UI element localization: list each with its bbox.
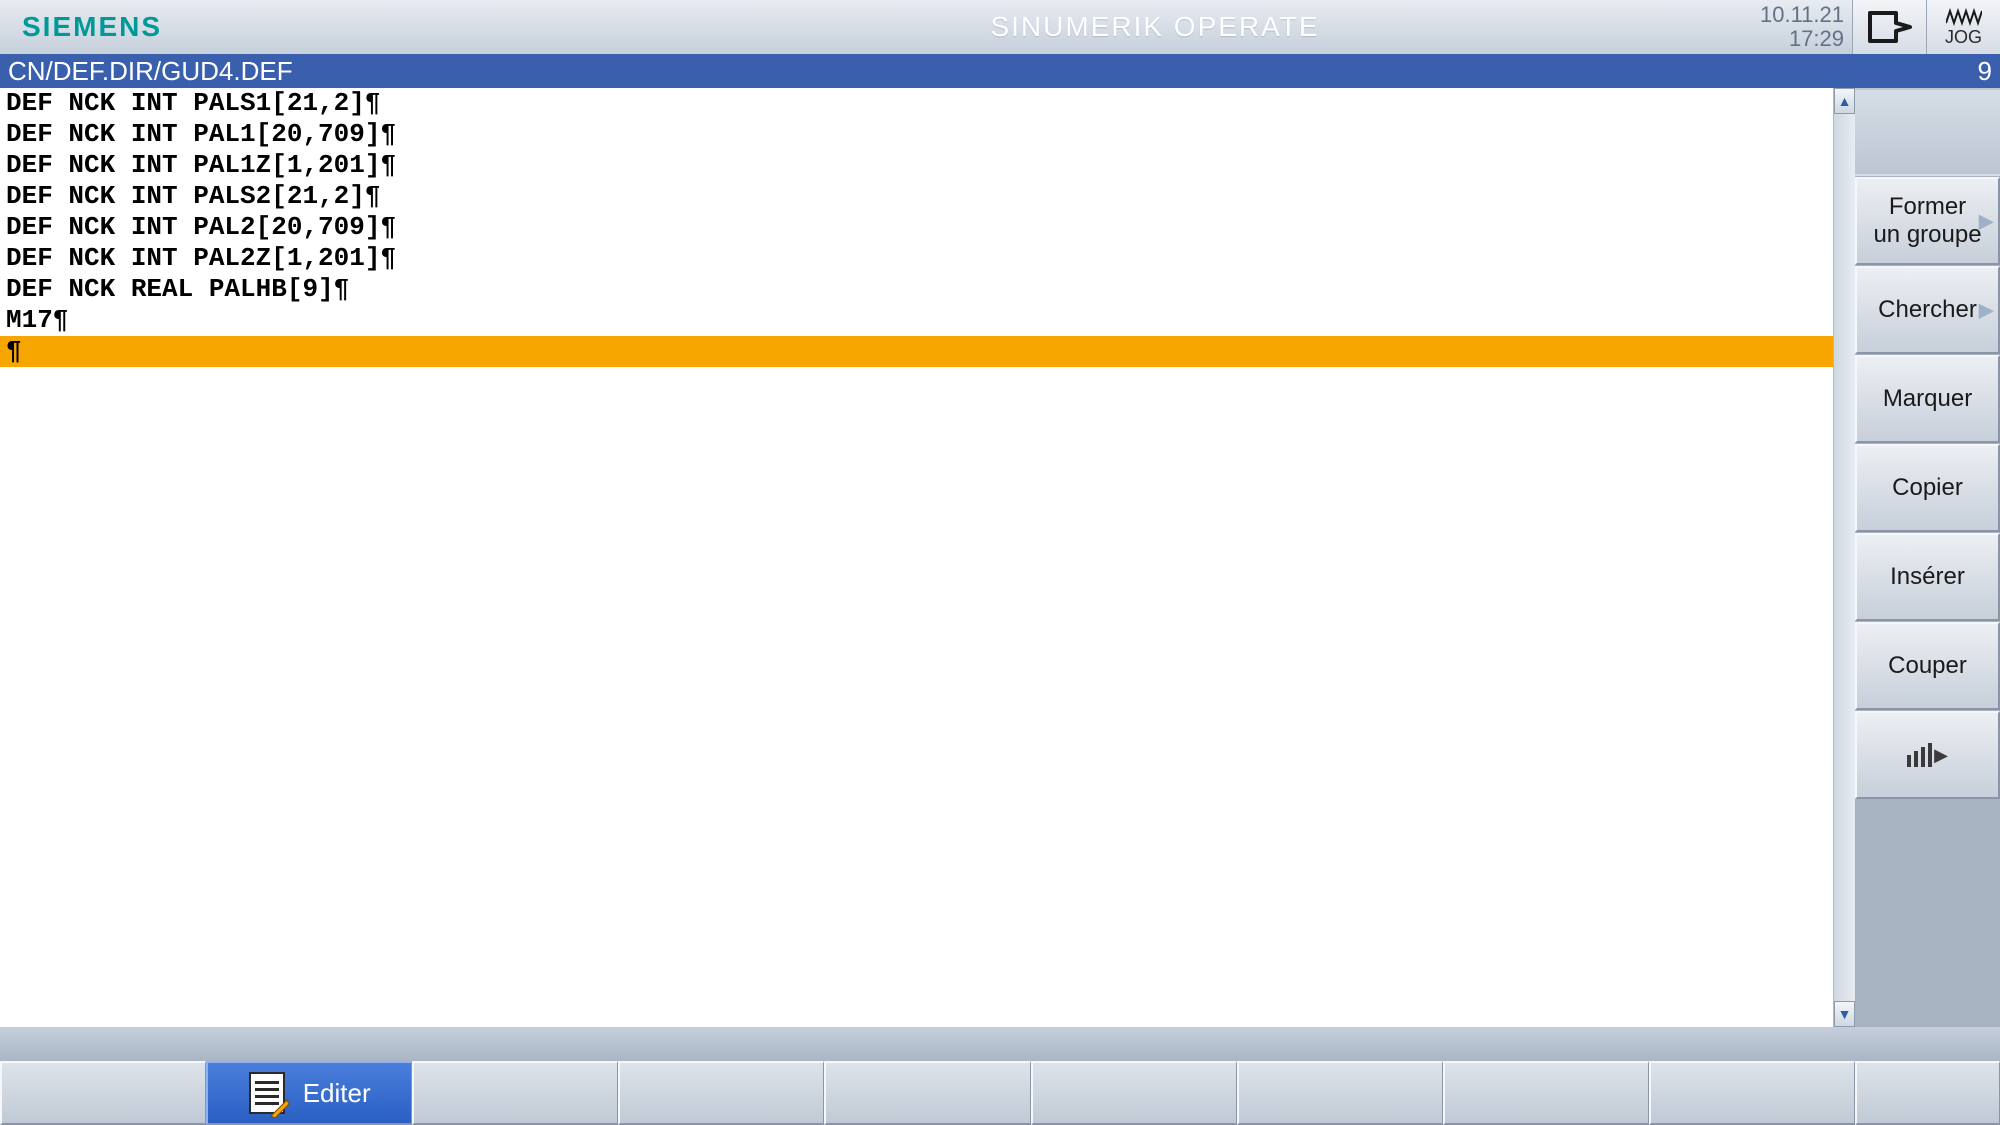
status-strip: [0, 1027, 2000, 1061]
bottom-softkeys: Editer: [0, 1061, 2000, 1125]
side-softkeys: Former un groupe ▶ Chercher ▶ Marquer Co…: [1855, 88, 2000, 1027]
bottomkey-3: [412, 1061, 618, 1125]
code-line: DEF NCK INT PAL1Z[1,201]¶: [0, 150, 1833, 181]
bottomkey-edit[interactable]: Editer: [206, 1061, 412, 1125]
code-line: DEF NCK INT PAL2Z[1,201]¶: [0, 243, 1833, 274]
sidekey-label: Couper: [1888, 652, 1967, 680]
cursor-line: ¶: [0, 336, 1833, 367]
bottomkey-label: Editer: [303, 1078, 371, 1109]
sidekey-search[interactable]: Chercher ▶: [1855, 266, 2000, 354]
more-icon: ▶: [1907, 743, 1948, 767]
line-number: 9: [1978, 56, 1992, 87]
app-title: SINUMERIK OPERATE: [500, 11, 1810, 43]
code-line: DEF NCK INT PAL1[20,709]¶: [0, 119, 1833, 150]
chevron-right-icon: ▶: [1979, 298, 1994, 323]
sidekey-label: Chercher: [1878, 296, 1977, 324]
scroll-track[interactable]: [1834, 114, 1855, 1001]
document-edit-icon: [249, 1072, 285, 1114]
sidekey-copy[interactable]: Copier: [1855, 444, 2000, 532]
code-line: DEF NCK INT PALS2[21,2]¶: [0, 181, 1833, 212]
code-line: M17¶: [0, 305, 1833, 336]
scroll-up-icon[interactable]: ▲: [1834, 88, 1855, 114]
header-datetime: 10.11.21 17:29: [1760, 3, 1852, 51]
file-path: CN/DEF.DIR/GUD4.DEF: [8, 56, 293, 87]
sidekey-label: Marquer: [1883, 385, 1972, 413]
sidekey-insert[interactable]: Insérer: [1855, 533, 2000, 621]
machine-state-icon: [1852, 0, 1926, 54]
brand-logo: SIEMENS: [22, 11, 162, 43]
mode-indicator: JOG: [1926, 0, 2000, 54]
bottomkey-5: [824, 1061, 1030, 1125]
sidekey-mark[interactable]: Marquer: [1855, 355, 2000, 443]
bottomkey-8: [1443, 1061, 1649, 1125]
chevron-right-icon: ▶: [1979, 209, 1994, 234]
bottomkey-4: [618, 1061, 824, 1125]
sidekey-1: [1855, 88, 2000, 176]
bottomkey-10: [1855, 1061, 2000, 1125]
bottomkey-1: [0, 1061, 206, 1125]
code-line: DEF NCK REAL PALHB[9]¶: [0, 274, 1833, 305]
code-editor[interactable]: DEF NCK INT PALS1[21,2]¶ DEF NCK INT PAL…: [0, 88, 1833, 1027]
bottomkey-6: [1031, 1061, 1237, 1125]
sidekey-cut[interactable]: Couper: [1855, 622, 2000, 710]
header-date: 10.11.21: [1760, 3, 1844, 27]
header-bar: SIEMENS SINUMERIK OPERATE 10.11.21 17:29…: [0, 0, 2000, 54]
mode-label: JOG: [1945, 27, 1982, 48]
filepath-bar: CN/DEF.DIR/GUD4.DEF 9: [0, 54, 2000, 88]
scroll-down-icon[interactable]: ▼: [1834, 1001, 1855, 1027]
sidekey-label: Former un groupe: [1873, 193, 1981, 249]
bottomkey-9: [1649, 1061, 1855, 1125]
bottomkey-7: [1237, 1061, 1443, 1125]
sidekey-more[interactable]: ▶: [1855, 711, 2000, 799]
sidekey-label: Insérer: [1890, 563, 1965, 591]
code-line: DEF NCK INT PALS1[21,2]¶: [0, 88, 1833, 119]
sidekey-form-group[interactable]: Former un groupe ▶: [1855, 177, 2000, 265]
vertical-scrollbar[interactable]: ▲ ▼: [1833, 88, 1855, 1027]
sidekey-label: Copier: [1892, 474, 1963, 502]
code-line: DEF NCK INT PAL2[20,709]¶: [0, 212, 1833, 243]
header-time: 17:29: [1760, 27, 1844, 51]
